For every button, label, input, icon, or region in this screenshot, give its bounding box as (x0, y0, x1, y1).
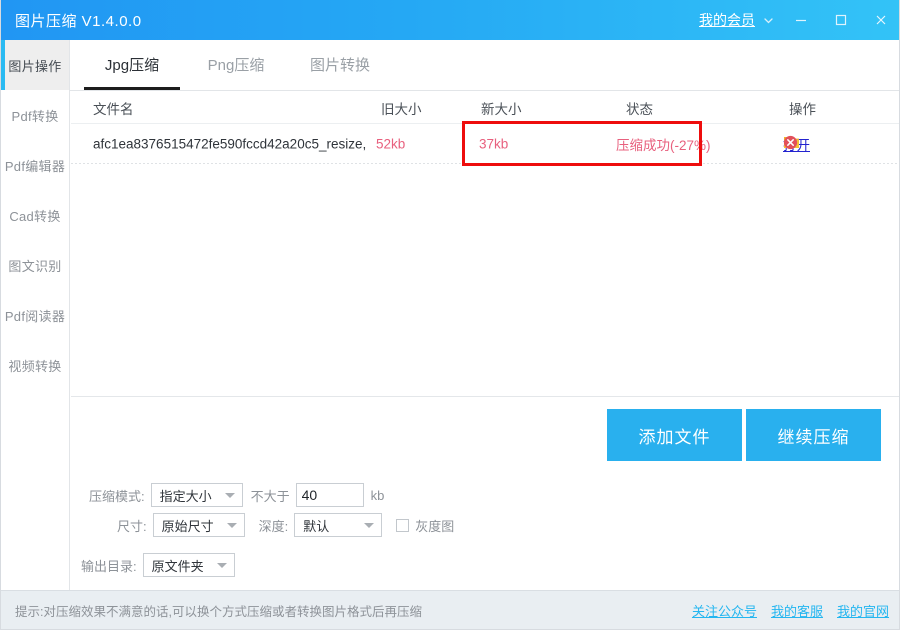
sidebar-item-video-convert[interactable]: 视频转换 (1, 340, 69, 390)
size-select[interactable]: 原始尺寸 (152, 513, 245, 537)
limit-unit-label: kb (370, 487, 385, 503)
customer-service-link[interactable]: 我的客服 (771, 601, 823, 620)
column-header-filename: 文件名 (93, 101, 134, 117)
maximize-icon[interactable] (821, 0, 861, 40)
sidebar-item-pdf-convert[interactable]: Pdf转换 (1, 90, 69, 140)
status-links: 关注公众号 我的客服 我的官网 (692, 601, 889, 620)
cell-filename: afc1ea8376515472fe590fccd42a20c5_resize, (93, 136, 367, 152)
tab-image-convert[interactable]: 图片转换 (292, 39, 388, 90)
chevron-down-icon (226, 523, 237, 528)
sidebar-item-pdf-reader[interactable]: Pdf阅读器 (1, 290, 69, 340)
sidebar: 图片操作 Pdf转换 Pdf编辑器 Cad转换 图文识别 Pdf阅读器 视频转换 (1, 40, 70, 590)
output-dir-select[interactable]: 原文件夹 (142, 553, 235, 577)
sidebar-item-pdf-editor[interactable]: Pdf编辑器 (1, 140, 69, 190)
app-title: 图片压缩 V1.4.0.0 (15, 12, 142, 30)
tab-label: 图片转换 (309, 57, 370, 74)
sidebar-item-cad-convert[interactable]: Cad转换 (1, 190, 69, 240)
column-header-new-size: 新大小 (481, 101, 522, 117)
sidebar-item-label: 视频转换 (8, 358, 62, 374)
tab-label: Jpg压缩 (104, 57, 160, 74)
sidebar-item-label: Pdf转换 (11, 108, 59, 124)
title-bar-controls: 我的会员 (699, 0, 899, 40)
tab-jpg-compress[interactable]: Jpg压缩 (84, 39, 180, 90)
size-value: 原始尺寸 (161, 518, 214, 534)
output-dir-label: 输出目录: (81, 558, 137, 574)
official-website-link[interactable]: 我的官网 (837, 601, 889, 620)
column-header-status: 状态 (626, 101, 653, 117)
sidebar-item-ocr[interactable]: 图文识别 (1, 240, 69, 290)
size-limit-input[interactable] (295, 483, 364, 507)
tab-bar: Jpg压缩 Png压缩 图片转换 (70, 39, 899, 91)
checkbox-box (396, 518, 410, 532)
column-header-old-size: 旧大小 (381, 101, 422, 117)
status-hint-text: 提示:对压缩效果不满意的话,可以换个方式压缩或者转换图片格式后再压缩 (15, 605, 422, 619)
sidebar-item-label: Pdf编辑器 (4, 158, 66, 174)
limit-label: 不大于 (250, 488, 290, 504)
add-file-button[interactable]: 添加文件 (607, 409, 742, 461)
tab-png-compress[interactable]: Png压缩 (188, 39, 284, 90)
compress-mode-row: 压缩模式: 指定大小 不大于 kb (89, 483, 384, 507)
file-list-panel: 文件名 旧大小 新大小 状态 操作 afc1ea8376515472fe590f… (71, 92, 899, 397)
sidebar-item-label: Pdf阅读器 (4, 308, 66, 324)
close-icon[interactable] (861, 0, 899, 40)
depth-select[interactable]: 默认 (294, 513, 383, 537)
depth-label: 深度: (258, 518, 289, 534)
my-membership-link[interactable]: 我的会员 (699, 10, 755, 30)
column-header-action: 操作 (789, 101, 816, 117)
title-bar: 图片压缩 V1.4.0.0 我的会员 (1, 0, 899, 40)
depth-value: 默认 (303, 518, 330, 534)
minimize-icon[interactable] (781, 0, 821, 40)
status-bar: 提示:对压缩效果不满意的话,可以换个方式压缩或者转换图片格式后再压缩 关注公众号… (1, 590, 899, 629)
compress-mode-value: 指定大小 (159, 488, 212, 504)
sidebar-item-label: Cad转换 (9, 208, 61, 224)
follow-official-account-link[interactable]: 关注公众号 (692, 601, 757, 620)
size-label: 尺寸: (117, 518, 147, 534)
settings-panel: 压缩模式: 指定大小 不大于 kb 尺寸: 原始尺寸 深度: 默认 (71, 470, 899, 590)
application-window: 图片压缩 V1.4.0.0 我的会员 图片操作 Pdf转换 Pdf编辑器 Cad… (0, 0, 900, 630)
table-header-row: 文件名 旧大小 新大小 状态 操作 (71, 92, 899, 124)
chevron-down-icon (224, 493, 235, 498)
grayscale-label: 灰度图 (415, 518, 455, 534)
cell-status: 压缩成功(-27%) (616, 138, 711, 153)
cell-new-size: 37kb (479, 136, 509, 152)
chevron-down-icon (216, 563, 227, 568)
tab-label: Png压缩 (207, 57, 265, 74)
size-depth-row: 尺寸: 原始尺寸 深度: 默认 灰度图 (117, 513, 454, 537)
sidebar-item-label: 图片操作 (8, 58, 62, 74)
cell-old-size: 52kb (376, 136, 406, 152)
output-dir-value: 原文件夹 (151, 558, 204, 574)
compress-mode-select[interactable]: 指定大小 (150, 483, 243, 507)
sidebar-item-label: 图文识别 (8, 258, 62, 274)
continue-compress-button[interactable]: 继续压缩 (746, 409, 881, 461)
grayscale-checkbox[interactable]: 灰度图 (396, 516, 454, 535)
sidebar-item-image-ops[interactable]: 图片操作 (1, 40, 69, 90)
table-row[interactable]: afc1ea8376515472fe590fccd42a20c5_resize,… (71, 124, 899, 164)
chevron-down-icon (364, 523, 375, 528)
chevron-down-icon[interactable] (755, 0, 781, 40)
output-dir-row: 输出目录: 原文件夹 (81, 553, 235, 577)
compress-mode-label: 压缩模式: (89, 488, 145, 504)
delete-circle-icon[interactable] (783, 135, 798, 153)
